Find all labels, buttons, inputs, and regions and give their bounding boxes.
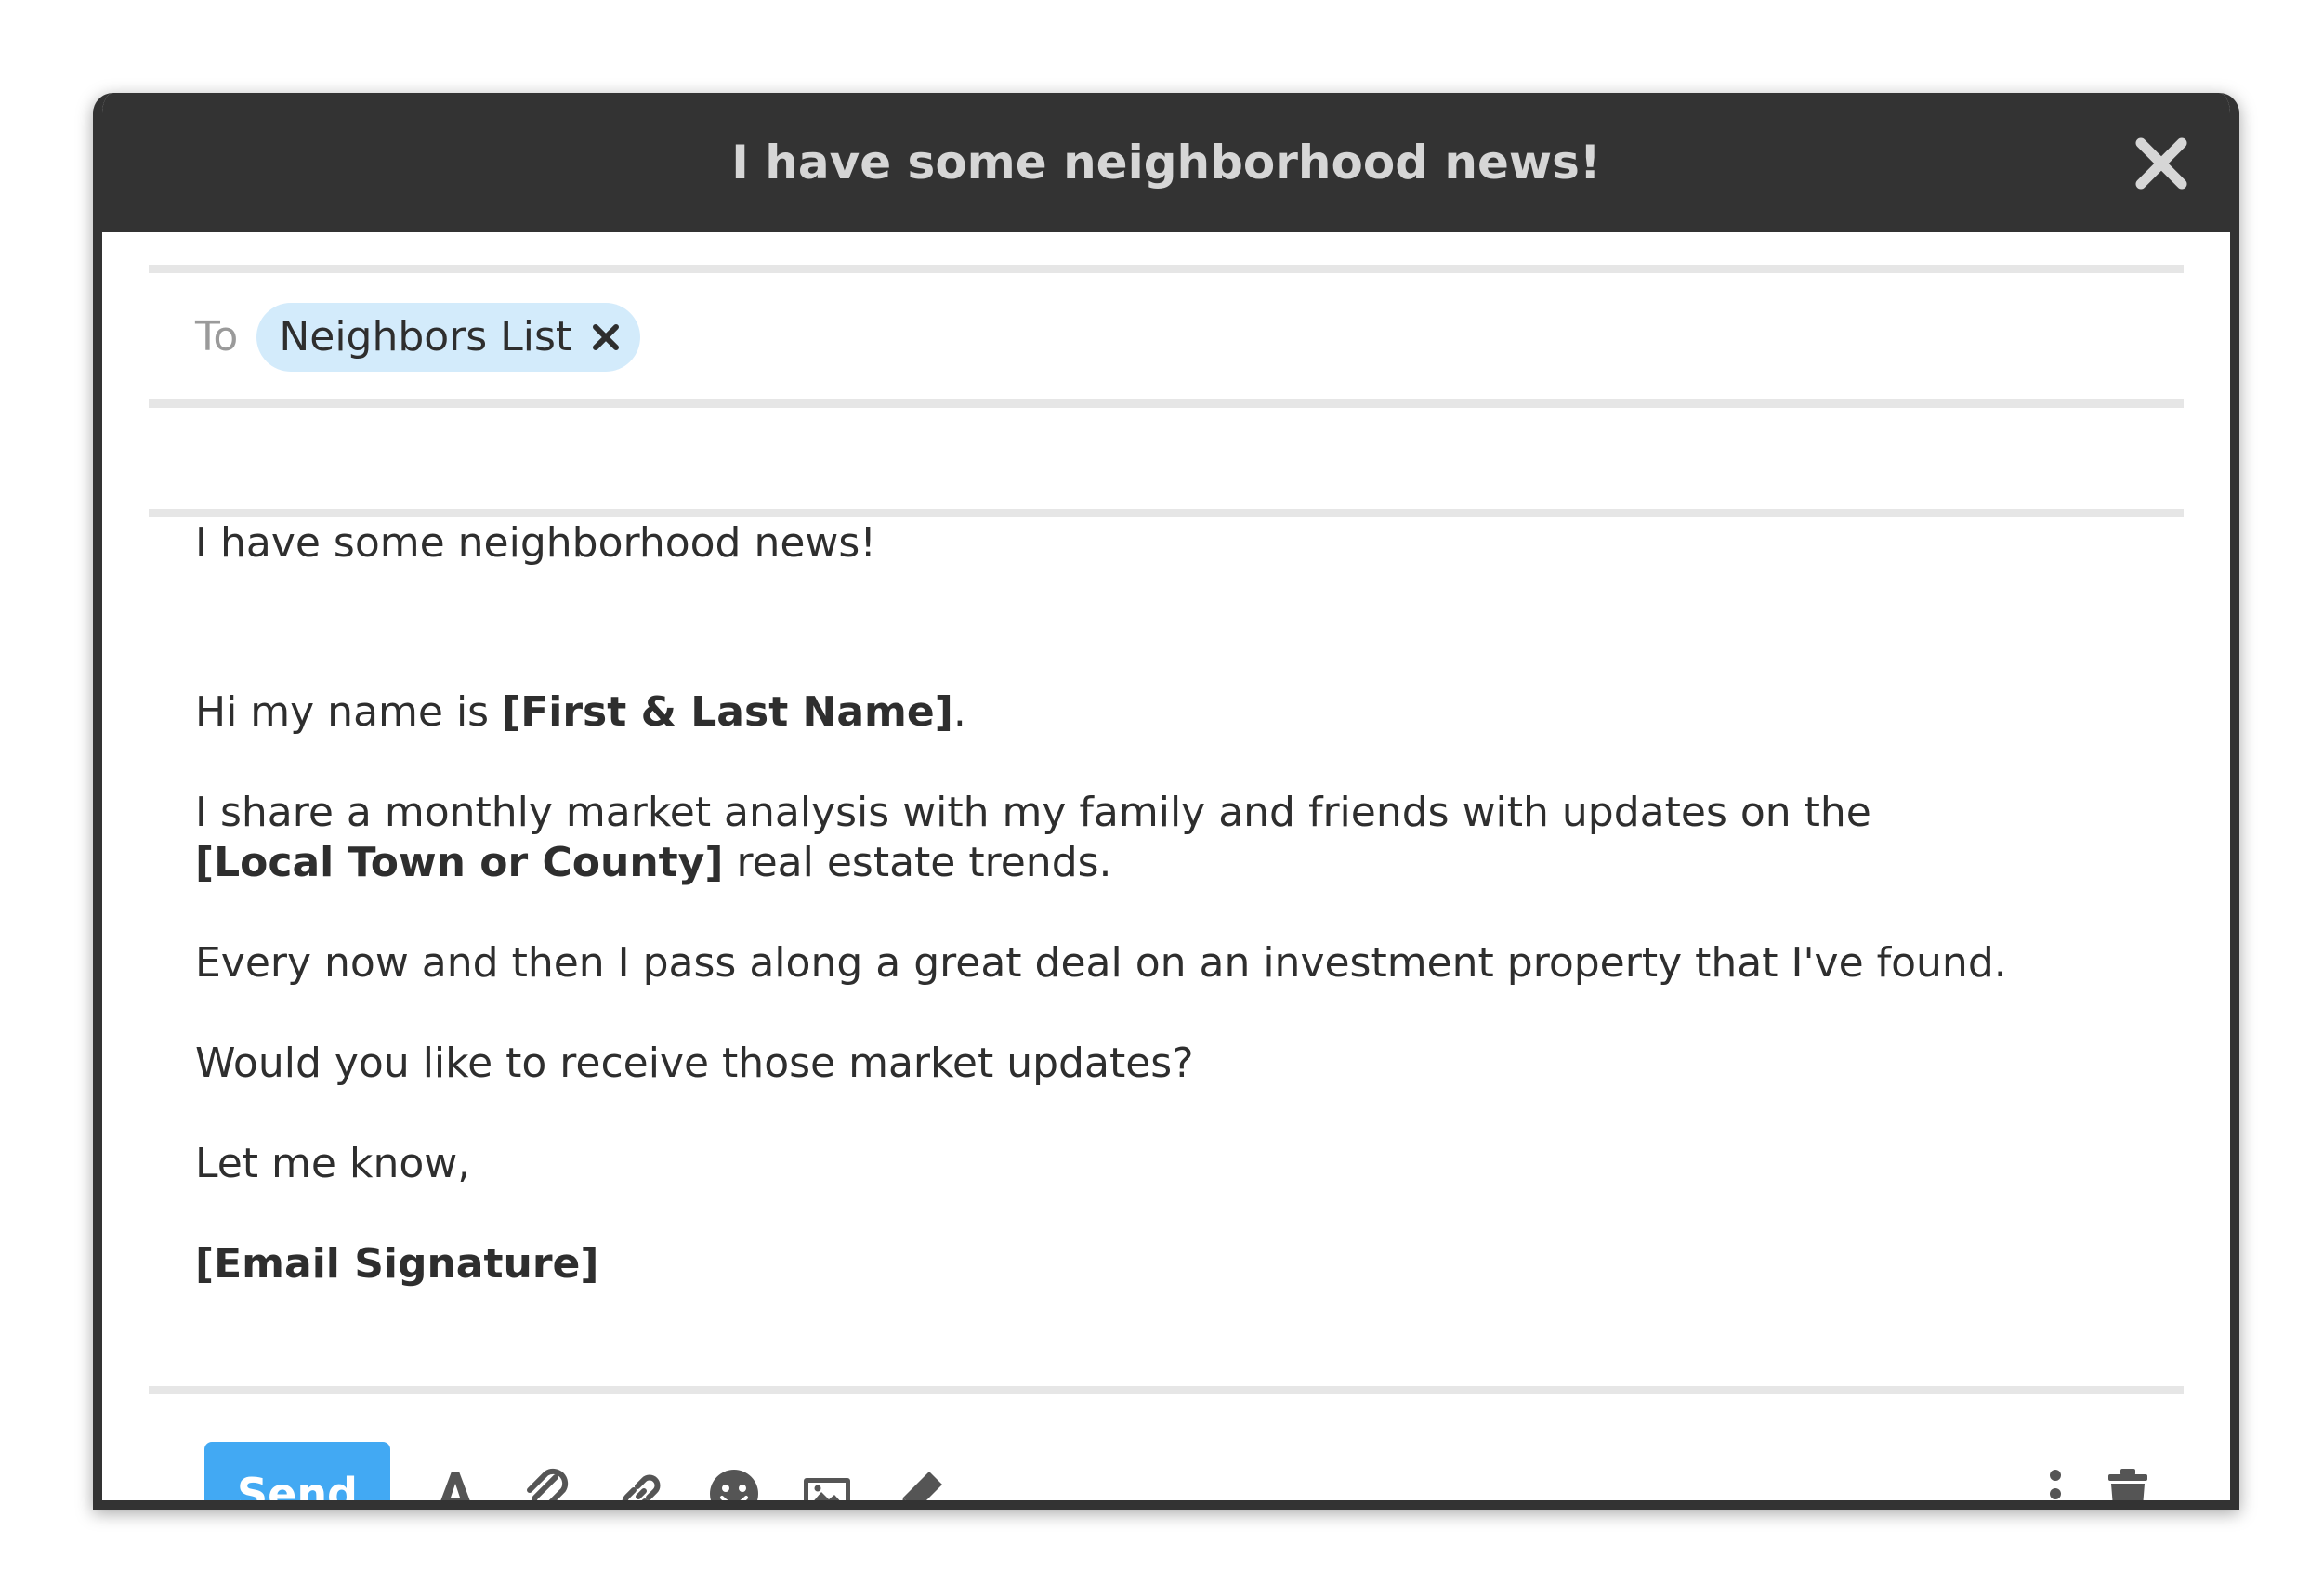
insert-image-button[interactable]	[799, 1466, 855, 1500]
pen-icon	[902, 1472, 942, 1500]
message-body[interactable]: Hi my name is [First & Last Name]. I sha…	[195, 687, 2146, 1340]
to-label: To	[195, 313, 239, 360]
body-paragraph: I share a monthly market analysis with m…	[195, 788, 2146, 888]
to-field[interactable]: To Neighbors List	[195, 302, 641, 372]
text-format-icon	[440, 1472, 470, 1500]
body-paragraph: Every now and then I pass along a great …	[195, 939, 2007, 987]
close-button[interactable]	[2133, 136, 2189, 191]
location-placeholder: [Local Town or County]	[195, 839, 724, 886]
signature-pen-button[interactable]	[892, 1466, 948, 1500]
body-paragraph: Hi my name is [First & Last Name].	[195, 687, 2146, 738]
recipient-chip[interactable]: Neighbors List	[256, 302, 641, 372]
send-button[interactable]: Send	[204, 1442, 390, 1500]
divider	[149, 1386, 2184, 1394]
more-vertical-icon	[2050, 1470, 2061, 1499]
body-text: .	[952, 688, 966, 736]
more-options-button[interactable]	[2028, 1466, 2083, 1500]
insert-emoji-button[interactable]	[706, 1466, 762, 1500]
body-text: I share a monthly market analysis with m…	[195, 789, 1871, 836]
paperclip-icon	[527, 1468, 569, 1500]
link-icon	[622, 1474, 661, 1500]
attach-button[interactable]	[520, 1466, 576, 1500]
divider	[149, 265, 2184, 273]
trash-icon	[2108, 1469, 2147, 1500]
compose-window: I have some neighborhood news! To Neighb…	[93, 93, 2239, 1510]
signature-placeholder: [Email Signature]	[195, 1239, 2146, 1289]
signature-text: [Email Signature]	[195, 1240, 599, 1288]
close-icon	[2135, 137, 2187, 190]
image-icon	[804, 1478, 850, 1500]
insert-link-button[interactable]	[613, 1466, 669, 1500]
emoji-icon	[710, 1470, 758, 1500]
subject-field[interactable]: I have some neighborhood news!	[195, 516, 876, 571]
body-text: Hi my name is	[195, 688, 503, 736]
divider	[149, 399, 2184, 408]
close-icon	[593, 323, 620, 350]
remove-recipient-button[interactable]	[592, 323, 620, 351]
body-text: real estate trends.	[723, 839, 1112, 886]
divider	[149, 509, 2184, 517]
name-placeholder: [First & Last Name]	[502, 688, 953, 736]
body-paragraph: Would you like to receive those market u…	[195, 1040, 1194, 1087]
format-text-button[interactable]	[427, 1466, 483, 1500]
discard-draft-button[interactable]	[2100, 1466, 2156, 1500]
body-paragraph: Let me know,	[195, 1140, 471, 1187]
recipient-chip-label: Neighbors List	[279, 313, 572, 360]
window-title: I have some neighborhood news!	[731, 136, 1601, 190]
title-bar: I have some neighborhood news!	[102, 93, 2230, 232]
